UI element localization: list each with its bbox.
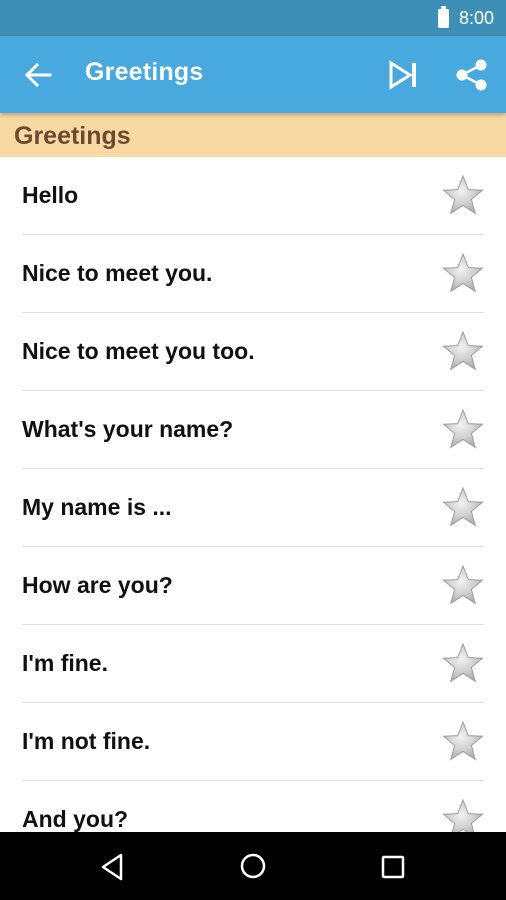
status-bar: 8:00 bbox=[0, 0, 506, 36]
list-item[interactable]: Hello bbox=[0, 157, 506, 235]
battery-icon bbox=[437, 5, 449, 28]
share-icon bbox=[456, 59, 487, 91]
back-button[interactable] bbox=[22, 60, 54, 90]
list-item[interactable]: I'm fine. bbox=[0, 625, 506, 703]
phrase-text: What's your name? bbox=[22, 416, 234, 442]
phrase-text: How are you? bbox=[22, 572, 173, 598]
nav-recents-icon bbox=[381, 855, 405, 879]
phrase-text: And you? bbox=[22, 806, 129, 832]
star-icon[interactable] bbox=[441, 174, 485, 218]
back-arrow-icon bbox=[24, 62, 52, 88]
nav-back-icon bbox=[101, 853, 123, 881]
phrase-text: Nice to meet you too. bbox=[22, 338, 255, 364]
section-header: Greetings bbox=[0, 113, 506, 157]
section-title: Greetings bbox=[14, 122, 131, 150]
phrase-text: Nice to meet you. bbox=[22, 260, 213, 286]
list-item[interactable]: And you? bbox=[0, 781, 506, 832]
star-icon[interactable] bbox=[441, 330, 485, 374]
page-title: Greetings bbox=[85, 58, 204, 86]
nav-back-button[interactable] bbox=[98, 852, 128, 882]
nav-home-icon bbox=[240, 853, 266, 879]
star-icon[interactable] bbox=[441, 408, 485, 452]
list-item[interactable]: My name is ... bbox=[0, 469, 506, 547]
star-icon[interactable] bbox=[441, 252, 485, 296]
status-time: 8:00 bbox=[458, 7, 494, 28]
phrase-text: I'm not fine. bbox=[22, 728, 151, 754]
list-item[interactable]: How are you? bbox=[0, 547, 506, 625]
star-icon[interactable] bbox=[441, 720, 485, 764]
app-bar: Greetings bbox=[0, 36, 506, 113]
share-button[interactable] bbox=[454, 58, 490, 92]
list-item[interactable]: What's your name? bbox=[0, 391, 506, 469]
skip-next-button[interactable] bbox=[388, 60, 420, 90]
nav-recents-button[interactable] bbox=[379, 853, 407, 881]
skip-next-icon bbox=[389, 60, 416, 90]
phrase-text: My name is ... bbox=[22, 494, 172, 520]
nav-home-button[interactable] bbox=[238, 851, 268, 881]
phrase-list[interactable]: Hello Nice to meet you. Nice to meet you… bbox=[0, 157, 506, 832]
list-item[interactable]: I'm not fine. bbox=[0, 703, 506, 781]
list-item[interactable]: Nice to meet you too. bbox=[0, 313, 506, 391]
star-icon[interactable] bbox=[441, 642, 485, 686]
list-item[interactable]: Nice to meet you. bbox=[0, 235, 506, 313]
star-icon[interactable] bbox=[441, 798, 485, 832]
star-icon[interactable] bbox=[441, 486, 485, 530]
phrase-text: Hello bbox=[22, 182, 79, 208]
navigation-bar bbox=[0, 832, 506, 900]
phrase-text: I'm fine. bbox=[22, 650, 108, 676]
star-icon[interactable] bbox=[441, 564, 485, 608]
